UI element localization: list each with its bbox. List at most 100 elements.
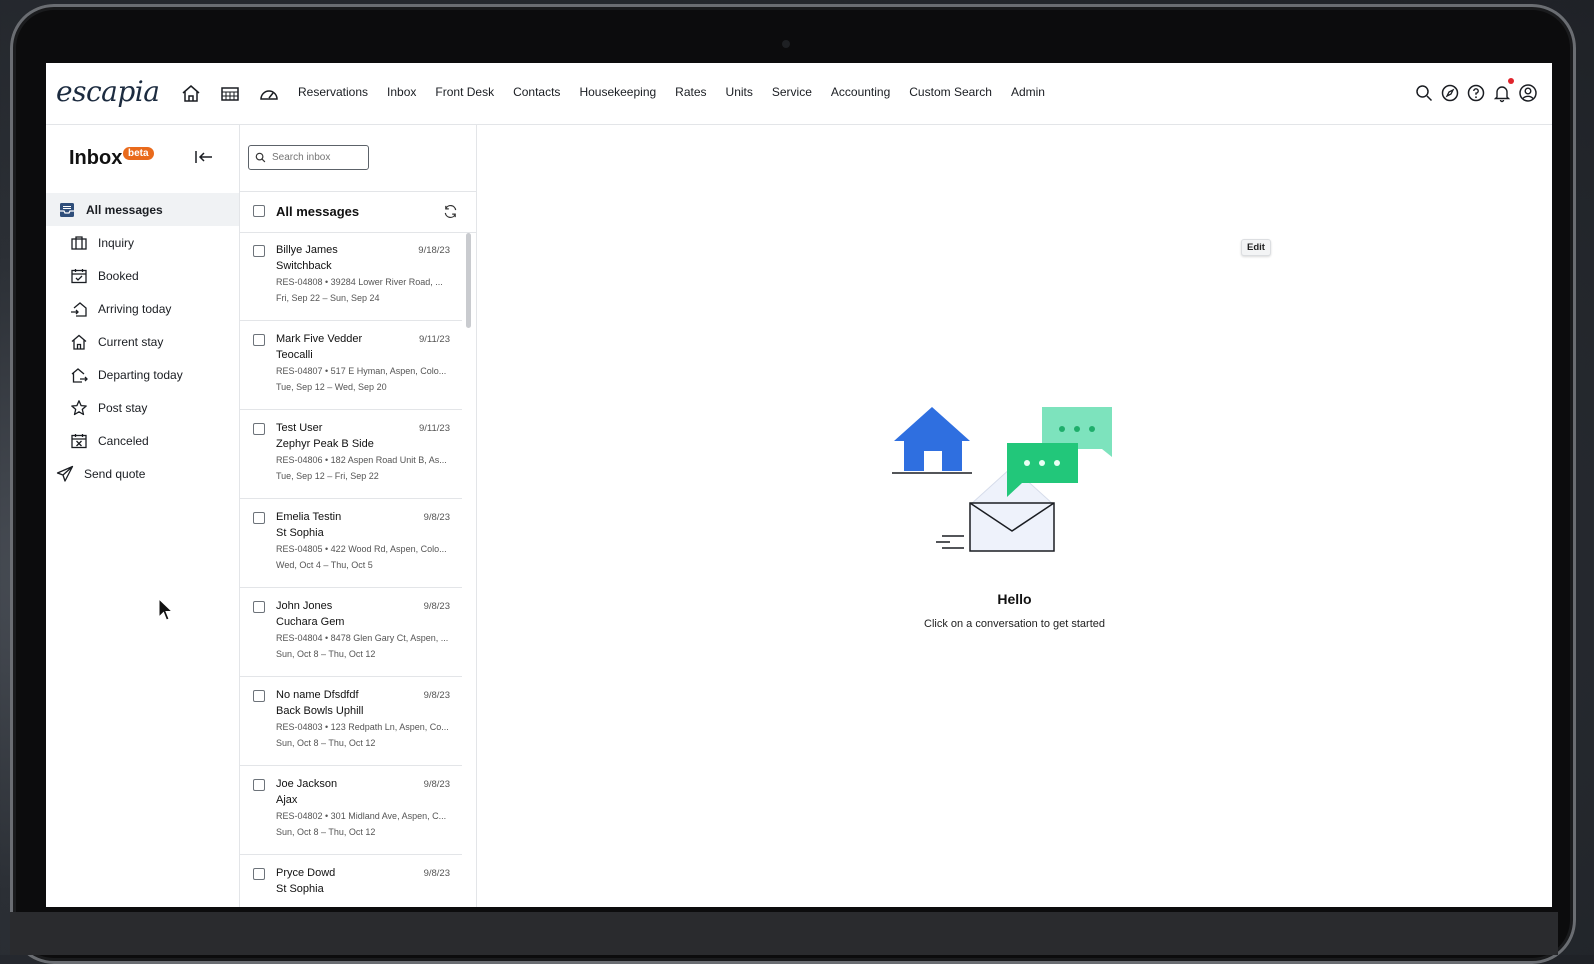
suitcase-icon bbox=[71, 235, 87, 250]
search-inbox[interactable] bbox=[248, 145, 369, 170]
top-navigation: escapia Reservations Inbox Front Desk Co… bbox=[46, 63, 1552, 125]
inbox-sidebar: Inbox beta All messages Inquiry Booked A… bbox=[46, 125, 240, 907]
laptop-base bbox=[10, 912, 1558, 955]
list-item[interactable]: Emelia Testin 9/8/23 St Sophia RES-04805… bbox=[240, 499, 462, 588]
collapse-sidebar-icon[interactable] bbox=[194, 149, 214, 165]
sidebar-item-label: Send quote bbox=[84, 466, 146, 481]
list-header-title: All messages bbox=[276, 204, 360, 219]
nav-inbox[interactable]: Inbox bbox=[387, 85, 416, 99]
nav-service[interactable]: Service bbox=[772, 85, 812, 99]
calendar-x-icon bbox=[71, 433, 87, 448]
nav-housekeeping[interactable]: Housekeeping bbox=[579, 85, 656, 99]
sidebar-item-current-stay[interactable]: Current stay bbox=[46, 325, 239, 358]
mouse-cursor-icon bbox=[158, 598, 174, 621]
message-checkbox[interactable] bbox=[253, 601, 265, 613]
message-list: Billye James 9/18/23 Switchback RES-0480… bbox=[240, 232, 462, 907]
sidebar-item-departing-today[interactable]: Departing today bbox=[46, 358, 239, 391]
list-item[interactable]: Test User 9/11/23 Zephyr Peak B Side RES… bbox=[240, 410, 462, 499]
guest-name: Joe Jackson bbox=[276, 778, 338, 790]
guest-name: Pryce Dowd bbox=[276, 867, 336, 879]
nav-front-desk[interactable]: Front Desk bbox=[435, 85, 494, 99]
help-icon[interactable] bbox=[1466, 83, 1486, 103]
sidebar-item-send-quote[interactable]: Send quote bbox=[46, 457, 239, 490]
nav-admin[interactable]: Admin bbox=[1011, 85, 1045, 99]
message-date: 9/11/23 bbox=[419, 423, 450, 434]
edit-tooltip[interactable]: Edit bbox=[1241, 239, 1271, 256]
empty-state-title: Hello bbox=[997, 591, 1032, 607]
message-date: 9/8/23 bbox=[423, 868, 450, 879]
list-item[interactable]: Pryce Dowd 9/8/23 St Sophia bbox=[240, 855, 462, 907]
message-date: 9/11/23 bbox=[419, 334, 450, 345]
sidebar-item-label: All messages bbox=[86, 202, 163, 217]
header-actions bbox=[1414, 78, 1538, 103]
message-checkbox[interactable] bbox=[253, 779, 265, 791]
empty-state-illustration bbox=[892, 407, 1112, 552]
user-account-icon[interactable] bbox=[1518, 83, 1538, 103]
nav-rates[interactable]: Rates bbox=[675, 85, 706, 99]
nav-contacts[interactable]: Contacts bbox=[513, 85, 560, 99]
message-checkbox[interactable] bbox=[253, 334, 265, 346]
house-icon bbox=[71, 334, 87, 350]
stay-dates: Tue, Sep 12 – Wed, Sep 20 bbox=[276, 382, 387, 392]
list-scrollbar[interactable] bbox=[466, 233, 471, 328]
sidebar-item-arriving-today[interactable]: Arriving today bbox=[46, 292, 239, 325]
list-item[interactable]: Billye James 9/18/23 Switchback RES-0480… bbox=[240, 232, 462, 321]
escapia-logo[interactable]: escapia bbox=[56, 75, 160, 108]
sidebar-item-label: Post stay bbox=[98, 400, 148, 415]
message-list-column: All messages Billye James 9/18/23 Switch… bbox=[240, 125, 477, 907]
compass-icon[interactable] bbox=[1440, 83, 1460, 103]
stay-dates: Sun, Oct 8 – Thu, Oct 12 bbox=[276, 738, 376, 748]
star-icon bbox=[71, 399, 87, 415]
nav-custom-search[interactable]: Custom Search bbox=[909, 85, 992, 99]
house-depart-icon bbox=[71, 367, 88, 383]
message-checkbox[interactable] bbox=[253, 512, 265, 524]
nav-reservations[interactable]: Reservations bbox=[298, 85, 368, 99]
calendar-grid-icon[interactable] bbox=[219, 83, 241, 105]
sidebar-item-canceled[interactable]: Canceled bbox=[46, 424, 239, 457]
beta-badge: beta bbox=[123, 147, 154, 160]
message-checkbox[interactable] bbox=[253, 423, 265, 435]
message-date: 9/8/23 bbox=[423, 779, 450, 790]
search-input[interactable] bbox=[270, 151, 364, 164]
property-name: St Sophia bbox=[276, 527, 324, 539]
dashboard-gauge-icon[interactable] bbox=[258, 83, 280, 105]
house-illustration-icon bbox=[892, 407, 972, 474]
reservation-info: RES-04802 • 301 Midland Ave, Aspen, C... bbox=[276, 811, 447, 821]
reservation-info: RES-04808 • 39284 Lower River Road, ... bbox=[276, 277, 443, 287]
sidebar-item-all-messages[interactable]: All messages bbox=[46, 193, 239, 226]
message-date: 9/8/23 bbox=[423, 512, 450, 523]
sidebar-item-booked[interactable]: Booked bbox=[46, 259, 239, 292]
sidebar-item-post-stay[interactable]: Post stay bbox=[46, 391, 239, 424]
guest-name: Emelia Testin bbox=[276, 511, 342, 523]
sidebar-item-inquiry[interactable]: Inquiry bbox=[46, 226, 239, 259]
list-item[interactable]: Mark Five Vedder 9/11/23 Teocalli RES-04… bbox=[240, 321, 462, 410]
home-icon[interactable] bbox=[180, 83, 202, 105]
nav-accounting[interactable]: Accounting bbox=[831, 85, 890, 99]
sidebar-item-label: Inquiry bbox=[98, 235, 135, 250]
select-all-checkbox[interactable] bbox=[253, 205, 265, 217]
stay-dates: Sun, Oct 8 – Thu, Oct 12 bbox=[276, 827, 376, 837]
list-item[interactable]: Joe Jackson 9/8/23 Ajax RES-04802 • 301 … bbox=[240, 766, 462, 855]
search-icon bbox=[255, 152, 266, 163]
sidebar-item-label: Current stay bbox=[98, 334, 164, 349]
folder-list: All messages Inquiry Booked Arriving tod… bbox=[46, 193, 239, 490]
message-date: 9/8/23 bbox=[423, 690, 450, 701]
inbox-title: Inbox bbox=[69, 147, 123, 169]
notifications-button[interactable] bbox=[1492, 78, 1514, 103]
property-name: Cuchara Gem bbox=[276, 616, 345, 628]
empty-state-subtitle: Click on a conversation to get started bbox=[924, 618, 1105, 630]
message-checkbox[interactable] bbox=[253, 245, 265, 257]
search-icon[interactable] bbox=[1414, 83, 1434, 103]
guest-name: No name Dfsdfdf bbox=[276, 689, 359, 701]
nav-units[interactable]: Units bbox=[726, 85, 753, 99]
sidebar-item-label: Canceled bbox=[98, 433, 149, 448]
stay-dates: Fri, Sep 22 – Sun, Sep 24 bbox=[276, 293, 380, 303]
list-item[interactable]: No name Dfsdfdf 9/8/23 Back Bowls Uphill… bbox=[240, 677, 462, 766]
list-item[interactable]: John Jones 9/8/23 Cuchara Gem RES-04804 … bbox=[240, 588, 462, 677]
message-checkbox[interactable] bbox=[253, 868, 265, 880]
reservation-info: RES-04803 • 123 Redpath Ln, Aspen, Co... bbox=[276, 722, 449, 732]
message-checkbox[interactable] bbox=[253, 690, 265, 702]
message-date: 9/8/23 bbox=[423, 601, 450, 612]
house-arrive-icon bbox=[71, 301, 87, 317]
refresh-icon[interactable] bbox=[443, 204, 458, 219]
